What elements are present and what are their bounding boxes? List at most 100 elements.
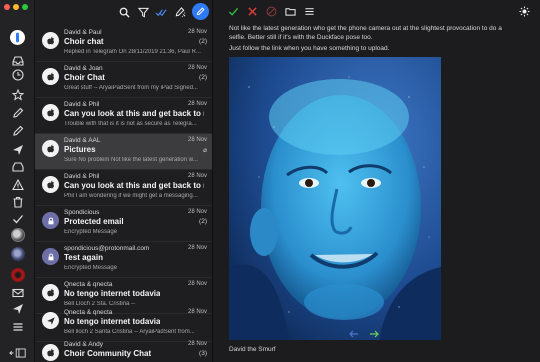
menu-icon[interactable]	[0, 318, 35, 336]
message-count: (2)	[199, 38, 207, 45]
avatar-2[interactable]	[0, 245, 35, 263]
filter-icon[interactable]	[136, 5, 150, 19]
message-count: (3)	[199, 350, 207, 357]
message-from: Qnecta & qnecta	[64, 281, 113, 288]
list-item-selected[interactable]: David & AAL 28 Nov Pictures ⌀ Sure No pr…	[35, 134, 212, 170]
avatar-3[interactable]	[0, 266, 35, 284]
message-from: David & Joan	[64, 65, 103, 72]
apple-avatar-icon	[42, 284, 59, 301]
apple-avatar-icon	[42, 176, 59, 193]
message-preview: Encrypted Message	[64, 265, 118, 271]
message-date: 28 Nov	[187, 281, 207, 287]
message-from: Qnecta & qnecta	[64, 309, 113, 316]
apple-avatar-icon	[42, 32, 59, 49]
message-date: 28 Nov	[187, 65, 207, 71]
message-preview: Bell lloch 2 Santa Cristina -- AryaiPadS…	[64, 329, 195, 335]
message-subject: Choir Community Chat	[64, 349, 152, 358]
menu-icon[interactable]	[303, 5, 315, 17]
message-count: (2)	[199, 74, 207, 81]
send-avatar-icon	[42, 312, 59, 329]
message-subject: Pictures	[64, 145, 96, 154]
compose-icon	[196, 7, 205, 16]
settings-icon[interactable]	[518, 5, 530, 17]
apple-avatar-icon	[42, 140, 59, 157]
window-controls	[4, 4, 28, 10]
pencil-icon-2[interactable]	[0, 122, 35, 140]
message-from: Spondicious	[64, 209, 100, 216]
message-body-line: Just follow the link when you have somet…	[229, 45, 390, 52]
clean-icon[interactable]	[173, 5, 187, 19]
message-from: David & Phil	[64, 173, 100, 180]
message-preview: Trouble with that is it is not as secure…	[64, 121, 197, 127]
photo-caption: David the Smurf	[229, 346, 276, 353]
message-subject: No tengo internet todavia	[64, 289, 161, 298]
message-preview: Great stuff -- AryaiPadSent from my iPad…	[64, 85, 198, 91]
apple-avatar-icon	[42, 68, 59, 85]
reading-pane: Not like the latest generation who get t…	[213, 0, 540, 362]
message-date: 28 Nov	[187, 173, 207, 179]
arrow-right-icon[interactable]	[369, 330, 379, 338]
message-date: 28 Nov	[187, 245, 207, 251]
message-date: 28 Nov	[187, 209, 207, 215]
minimize-window-button[interactable]	[13, 4, 19, 10]
list-item[interactable]: David & Andy 28 Nov Choir Community Chat…	[35, 338, 212, 362]
send-icon-2[interactable]	[0, 300, 35, 318]
sidebar-toggle-icon[interactable]	[0, 344, 35, 362]
list-item[interactable]: spondicious@protonmail.com 28 Nov Test a…	[35, 242, 212, 278]
message-subject: Can you look at this and get back to me	[64, 181, 204, 190]
lock-avatar-icon	[42, 212, 59, 229]
message-date: 28 Nov	[187, 29, 207, 35]
compose-button[interactable]	[192, 3, 209, 20]
star-icon[interactable]	[0, 86, 35, 104]
message-preview: Sure No problem Not like the latest gene…	[64, 157, 198, 163]
close-window-button[interactable]	[4, 4, 10, 10]
message-list: David & Paul 28 Nov Choir chat (2) Repli…	[35, 0, 213, 362]
avatar-1[interactable]	[0, 226, 35, 244]
message-body-line: selfie. Better still if it's with the Du…	[229, 34, 373, 41]
trash-icon[interactable]	[0, 193, 35, 211]
archive-icon[interactable]	[0, 158, 35, 176]
spam-icon[interactable]	[265, 5, 277, 17]
photo-image	[229, 57, 441, 340]
message-body-line: Not like the latest generation who get t…	[229, 25, 502, 32]
message-from: David & Phil	[64, 101, 100, 108]
message-date: 28 Nov	[187, 101, 207, 107]
reader-toolbar	[213, 0, 540, 22]
lock-avatar-icon	[42, 248, 59, 265]
maximize-window-button[interactable]	[22, 4, 28, 10]
list-item[interactable]: David & Phil 28 Nov Can you look at this…	[35, 170, 212, 206]
message-from: spondicious@protonmail.com	[64, 245, 150, 252]
message-subject: Can you look at this and get back to me	[64, 109, 204, 118]
close-icon[interactable]	[246, 5, 258, 17]
attached-photo[interactable]	[229, 57, 441, 340]
list-item[interactable]: David & Paul 28 Nov Choir chat (2) Repli…	[35, 26, 212, 62]
message-from: David & AAL	[64, 137, 101, 144]
message-preview: Encrypted Message	[64, 229, 118, 235]
list-item[interactable]: David & Phil 28 Nov Can you look at this…	[35, 98, 212, 134]
clock-icon[interactable]	[0, 66, 35, 84]
message-count: (2)	[199, 218, 207, 225]
send-icon[interactable]	[0, 141, 35, 159]
list-item[interactable]: Qnecta & qnecta 28 Nov No tengo internet…	[35, 306, 212, 342]
folder-icon[interactable]	[284, 5, 296, 17]
apple-avatar-icon	[42, 104, 59, 121]
message-subject: No tengo internet todavia	[64, 317, 161, 326]
warning-icon[interactable]	[0, 176, 35, 194]
message-subject: Choir chat	[64, 37, 104, 46]
search-icon[interactable]	[117, 5, 131, 19]
list-toolbar	[35, 0, 212, 24]
message-date: 28 Nov	[187, 309, 207, 315]
account-rail	[0, 0, 35, 362]
list-item[interactable]: David & Joan 28 Nov Choir Chat (2) Great…	[35, 62, 212, 98]
message-from: David & Paul	[64, 29, 102, 36]
list-item[interactable]: Spondicious 28 Nov Protected email (2) E…	[35, 206, 212, 242]
check-icon[interactable]	[227, 5, 239, 17]
message-date: 28 Nov	[187, 137, 207, 143]
attachment-icon: ⌀	[203, 147, 207, 154]
pencil-icon[interactable]	[0, 104, 35, 122]
account-logo-icon[interactable]	[0, 28, 35, 46]
apple-avatar-icon	[42, 344, 59, 361]
message-preview: Phil I am wondering if we might get a me…	[64, 193, 198, 199]
arrow-left-icon[interactable]	[349, 330, 359, 338]
mark-read-icon[interactable]	[154, 5, 168, 19]
